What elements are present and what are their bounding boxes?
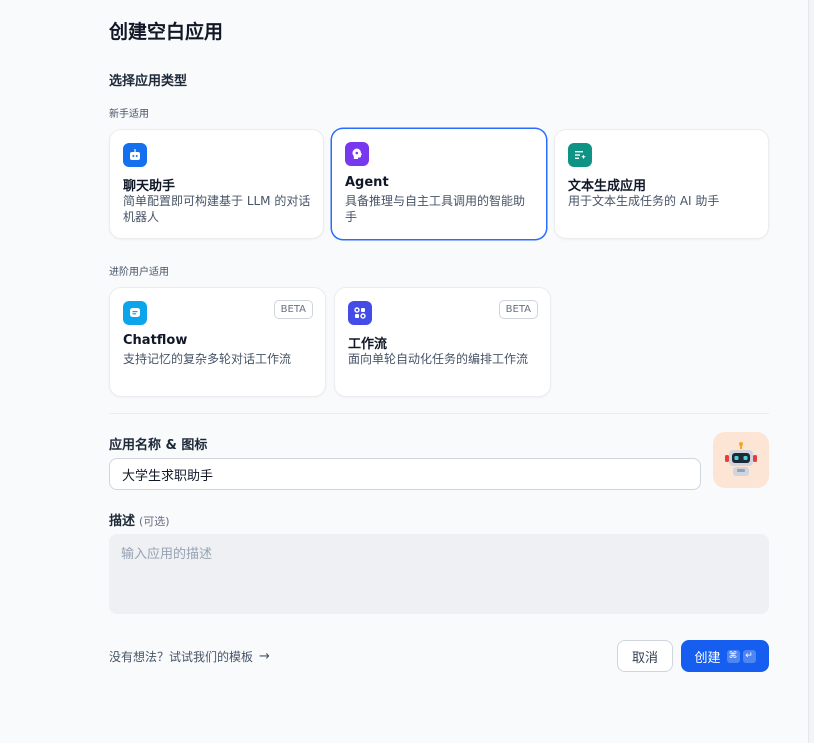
card-description: 支持记忆的复杂多轮对话工作流 [123,352,292,366]
create-button[interactable]: 创建 ⌘ ↵ [681,640,769,672]
card-description: 用于文本生成任务的 AI 助手 [568,194,720,208]
card-title: 文本生成应用 [568,179,647,194]
app-name-input[interactable] [109,458,701,490]
page-title: 创建空白应用 [109,21,224,43]
card-title: Chatflow [123,333,188,348]
card-description: 简单配置即可构建基于 LLM 的对话机器人 [123,194,311,224]
description-label: 描述 (可选) [109,510,170,529]
description-input[interactable] [109,534,769,614]
robot-icon[interactable] [713,432,769,488]
app-type-card-chatflow[interactable]: BETA Chatflow 支持记忆的复杂多轮对话工作流 [109,287,326,397]
app-type-card-agent[interactable]: Agent 具备推理与自主工具调用的智能助手 [331,128,547,240]
beta-badge: BETA [273,300,313,319]
chat-bot-icon [123,143,147,167]
card-title: 工作流 [348,337,388,352]
create-button-label: 创建 [694,650,721,666]
app-type-card-chat-assistant[interactable]: 聊天助手 简单配置即可构建基于 LLM 的对话机器人 [109,129,324,239]
card-description: 面向单轮自动化任务的编排工作流 [348,352,529,366]
section-title-app-type: 选择应用类型 [109,74,188,89]
group-label-advanced: 进阶用户适用 [109,267,169,278]
agent-icon [345,142,369,166]
card-title: Agent [345,175,389,190]
workflow-icon [348,301,372,325]
command-key-icon: ⌘ [726,649,740,663]
scrollbar[interactable] [808,0,814,743]
template-link[interactable]: 没有想法？试试我们的模板 → [109,648,270,665]
text-generation-icon [568,143,592,167]
card-title: 聊天助手 [123,179,176,194]
group-label-beginner: 新手适用 [109,109,149,120]
enter-key-icon: ↵ [742,649,756,663]
cancel-button[interactable]: 取消 [617,640,673,672]
card-description: 具备推理与自主工具调用的智能助手 [345,194,526,224]
beta-badge: BETA [498,300,538,319]
app-type-card-workflow[interactable]: BETA 工作流 面向单轮自动化任务的编排工作流 [334,287,551,397]
arrow-right-icon: → [259,649,270,664]
chatflow-icon [123,301,147,325]
divider [109,413,769,414]
template-link-text: 没有想法？试试我们的模板 [109,650,254,664]
app-name-label: 应用名称 & 图标 [109,438,208,453]
optional-hint: (可选) [139,515,170,528]
description-label-text: 描述 [109,514,136,529]
app-type-card-text-generator[interactable]: 文本生成应用 用于文本生成任务的 AI 助手 [554,129,769,239]
